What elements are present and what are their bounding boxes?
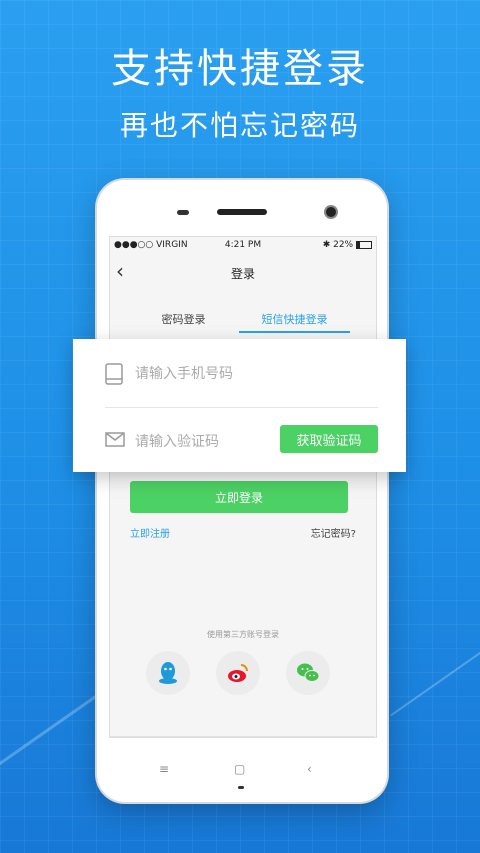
envelope-icon [105,432,125,447]
tab-password-login[interactable]: 密码登录 [128,311,239,327]
forgot-password-link[interactable]: 忘记密码? [311,525,356,540]
soft-keys: ≡ ▢ ‹ [97,762,387,778]
verification-code-input[interactable] [133,433,267,451]
code-row: 获取验证码 [73,408,406,472]
sms-login-card: 获取验证码 [73,339,406,472]
nav-bar: ‹ 登录 [110,255,376,291]
phone-sensor [177,210,189,215]
battery-percent: 22% [333,240,354,250]
weibo-icon [228,664,248,682]
bluetooth-icon: ✱ [322,240,331,250]
phone-icon [105,363,123,385]
phone-row [73,339,406,408]
phone-input[interactable] [133,365,287,383]
qq-login-button[interactable] [146,651,190,695]
weibo-login-button[interactable] [216,651,260,695]
qq-icon [159,662,177,684]
register-link[interactable]: 立即注册 [130,525,170,540]
back-key-icon[interactable]: ‹ [307,762,312,776]
battery-icon [356,240,372,249]
tab-sms-login[interactable]: 短信快捷登录 [239,311,350,327]
menu-key-icon[interactable]: ≡ [159,762,169,776]
home-indicator [238,786,244,789]
login-tabs: 密码登录 短信快捷登录 [128,311,350,335]
active-tab-indicator [239,331,350,333]
phone-camera [326,207,336,217]
phone-screen: ●●●○○ VIRGIN 4:21 PM ✱ 22% ‹ 登录 密码登录 短信快… [109,236,377,738]
status-bar: ●●●○○ VIRGIN 4:21 PM ✱ 22% [110,237,376,255]
battery-status: ✱ 22% [323,240,372,250]
phone-frame: ●●●○○ VIRGIN 4:21 PM ✱ 22% ‹ 登录 密码登录 短信快… [97,180,387,802]
phone-speaker [217,209,267,215]
home-key-icon[interactable]: ▢ [234,762,245,776]
promo-headline: 支持快捷登录 [111,46,369,92]
screen-bottom-divider [109,736,375,737]
wechat-login-button[interactable] [286,651,330,695]
wechat-icon [297,663,320,682]
third-party-label: 使用第三方账号登录 [207,630,279,639]
login-button[interactable]: 立即登录 [130,481,348,513]
page-title: 登录 [230,267,255,281]
promo-subline: 再也不怕忘记密码 [119,109,360,142]
get-code-button[interactable]: 获取验证码 [280,425,378,453]
